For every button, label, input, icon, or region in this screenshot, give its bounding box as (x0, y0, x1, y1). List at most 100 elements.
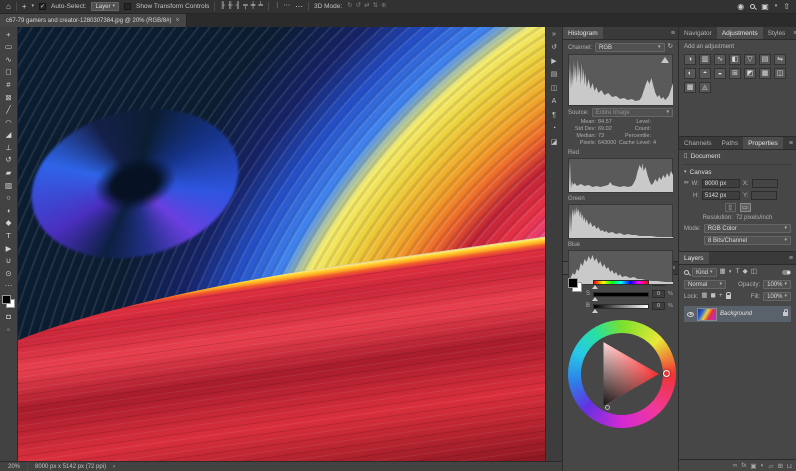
tab-paths[interactable]: Paths (716, 137, 743, 149)
collapse-panels-icon[interactable]: » (548, 29, 561, 39)
layer-row-background[interactable]: Background (684, 306, 791, 322)
vibrance-icon[interactable]: ▽ (744, 54, 756, 65)
saturation-slider[interactable] (593, 292, 649, 297)
blend-mode-dropdown[interactable]: Normal ▾ (684, 280, 726, 289)
foreground-color-swatch[interactable] (2, 295, 11, 304)
add-mask-icon[interactable]: ▣ (750, 462, 756, 470)
3d-roll-icon[interactable]: ↺ (356, 3, 361, 10)
3d-pan-icon[interactable]: ⇄ (364, 3, 369, 10)
chevron-down-icon[interactable]: ▾ (684, 170, 687, 175)
eyedropper-tool[interactable]: ╱ (1, 104, 17, 117)
layer-visibility-icon[interactable] (687, 312, 694, 317)
hue-slider[interactable] (593, 280, 649, 285)
dodge-tool[interactable]: ◖ (1, 204, 17, 217)
portrait-orientation-button[interactable]: ▯ (725, 203, 736, 212)
show-transform-controls-checkbox[interactable] (124, 3, 131, 10)
history-icon[interactable]: ↺ (548, 43, 561, 53)
auto-select-checkbox[interactable]: ✓ (39, 3, 46, 10)
align-bottom-icon[interactable]: ╧ (258, 3, 263, 10)
brightness-contrast-icon[interactable]: ◑ (684, 54, 696, 65)
link-dimensions-icon[interactable]: ∞ (684, 180, 689, 187)
filter-shape-layers-icon[interactable]: ◆ (743, 269, 748, 276)
layer-thumbnail[interactable] (697, 308, 717, 321)
curves-icon[interactable]: ∿ (714, 54, 726, 65)
foreground-color-swatch[interactable] (568, 278, 578, 288)
zoom-tool[interactable]: ⊙ (1, 267, 17, 280)
3d-zoom-icon[interactable]: ⊕ (381, 3, 386, 10)
align-center-h-icon[interactable]: ╫ (228, 3, 233, 10)
tab-adjustments[interactable]: Adjustments (717, 27, 763, 39)
cached-data-warning-icon[interactable] (661, 57, 669, 63)
panel-menu-icon[interactable]: ≡ (786, 252, 796, 264)
frame-tool[interactable]: ⊠ (1, 91, 17, 104)
saturation-brightness-knob[interactable] (605, 405, 610, 410)
3d-slide-icon[interactable]: ⇅ (373, 3, 378, 10)
lock-position-icon[interactable]: + (719, 293, 723, 300)
actions-icon[interactable]: ▶ (548, 56, 561, 66)
move-tool-preset-icon[interactable]: + (22, 3, 27, 11)
new-layer-icon[interactable]: ⊞ (777, 462, 782, 470)
color-lookup-icon[interactable]: ⊞ (729, 68, 741, 79)
account-icon[interactable]: ◉ (737, 3, 744, 11)
hue-saturation-icon[interactable]: ▤ (759, 54, 771, 65)
pen-tool[interactable]: ◆ (1, 217, 17, 230)
x-field[interactable] (752, 179, 778, 188)
height-field[interactable]: 5142 px (702, 191, 740, 200)
align-middle-icon[interactable]: ╪ (251, 3, 256, 10)
bit-depth-dropdown[interactable]: 8 Bits/Channel ▾ (704, 236, 791, 245)
link-layers-icon[interactable]: ∞ (733, 462, 738, 469)
home-icon[interactable]: ⌂ (6, 3, 11, 11)
width-field[interactable]: 8000 px (702, 179, 740, 188)
landscape-orientation-button[interactable]: ▭ (740, 203, 751, 212)
status-chevron-icon[interactable]: › (113, 464, 115, 470)
more-options-icon[interactable]: ⋯ (295, 3, 303, 11)
layer-effects-icon[interactable]: fx (741, 462, 746, 469)
fill-field[interactable]: 100% ▾ (763, 292, 791, 301)
brush-settings-icon[interactable]: ▤ (548, 70, 561, 80)
brightness-slider[interactable] (593, 304, 649, 309)
3d-orbit-icon[interactable]: ↻ (347, 3, 352, 10)
crop-tool[interactable]: # (1, 78, 17, 91)
edit-toolbar-icon[interactable]: ⋯ (1, 280, 17, 293)
path-selection-tool[interactable]: ▶ (1, 242, 17, 255)
lock-transparency-icon[interactable]: ▦ (701, 293, 707, 300)
filter-pixel-layers-icon[interactable]: ▦ (720, 269, 726, 276)
panel-menu-icon[interactable]: ≡ (790, 27, 796, 39)
selective-color-icon[interactable]: ◬ (699, 82, 711, 93)
filter-smart-objects-icon[interactable]: ◫ (751, 269, 757, 276)
tab-channels[interactable]: Channels (679, 137, 716, 149)
rectangular-marquee-tool[interactable]: ▭ (1, 41, 17, 54)
exposure-icon[interactable]: ◧ (729, 54, 741, 65)
lock-all-icon[interactable] (726, 295, 731, 299)
chevron-down-icon[interactable]: ▾ (32, 4, 35, 9)
canvas-image[interactable] (18, 27, 545, 461)
lock-pixels-icon[interactable]: ◼ (711, 293, 716, 300)
filter-adjustment-layers-icon[interactable]: ◐ (729, 269, 733, 276)
clone-stamp-tool[interactable]: ⊥ (1, 141, 17, 154)
notes-icon[interactable]: ◪ (548, 137, 561, 147)
gradient-tool[interactable]: ▨ (1, 179, 17, 192)
tab-navigator[interactable]: Navigator (679, 27, 717, 39)
share-icon[interactable]: ⇧ (783, 3, 790, 11)
align-left-icon[interactable]: ╟ (220, 3, 225, 10)
zoom-level[interactable]: 20% (8, 464, 20, 470)
distribute-horizontal-icon[interactable]: ⋯ (283, 3, 290, 10)
levels-icon[interactable]: ▥ (699, 54, 711, 65)
align-right-icon[interactable]: ╢ (236, 3, 241, 10)
align-top-icon[interactable]: ╤ (243, 3, 248, 10)
tab-layers[interactable]: Layers (679, 252, 709, 264)
search-icon[interactable] (750, 4, 755, 9)
invert-icon[interactable]: ◩ (744, 68, 756, 79)
y-field[interactable] (751, 191, 777, 200)
color-wheel[interactable] (568, 320, 676, 428)
quick-mask-button[interactable]: ◘ (1, 310, 17, 323)
hue-selector-knob[interactable] (663, 370, 670, 377)
new-group-icon[interactable]: ▱ (768, 462, 773, 470)
saturation-value-field[interactable]: 0 (652, 290, 665, 298)
timeline-icon[interactable]: ◔ (548, 124, 561, 134)
filter-type-layers-icon[interactable]: T (736, 269, 740, 276)
channel-mixer-icon[interactable]: ◒ (714, 68, 726, 79)
type-tool[interactable]: T (1, 230, 17, 243)
character-icon[interactable]: A (548, 97, 561, 107)
distribute-vertical-icon[interactable]: ⋮ (274, 3, 281, 10)
